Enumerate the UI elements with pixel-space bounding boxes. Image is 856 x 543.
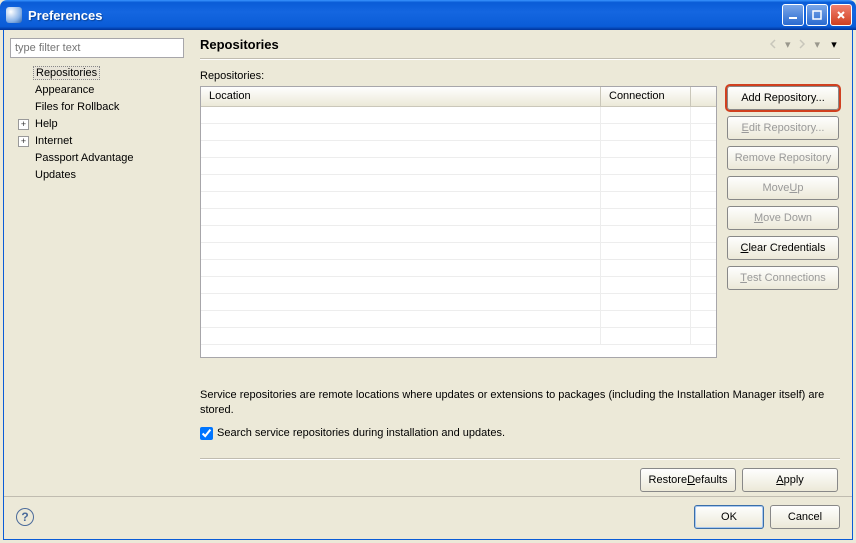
move-down-button: Move Down: [727, 206, 839, 230]
table-row: [201, 124, 716, 141]
back-icon: [765, 36, 781, 52]
apply-button[interactable]: Apply: [742, 468, 838, 492]
table-row: [201, 192, 716, 209]
column-location[interactable]: Location: [201, 87, 601, 106]
help-text: Service repositories are remote location…: [200, 388, 840, 419]
table-row: [201, 260, 716, 277]
app-icon: [6, 7, 22, 23]
nav-tree: Repositories Appearance Files for Rollba…: [10, 64, 186, 484]
content-panel: Repositories ▾ ▾ ▾ Repositories:: [192, 30, 852, 492]
maximize-button[interactable]: [806, 4, 828, 26]
restore-defaults-button[interactable]: Restore Defaults: [640, 468, 736, 492]
table-row: [201, 311, 716, 328]
move-up-button: Move Up: [727, 176, 839, 200]
expand-icon[interactable]: +: [18, 119, 29, 130]
table-row: [201, 226, 716, 243]
remove-repository-button: Remove Repository: [727, 146, 839, 170]
table-row: [201, 209, 716, 226]
tree-item-appearance[interactable]: Appearance: [16, 82, 186, 98]
window-title: Preferences: [28, 8, 782, 23]
add-repository-button[interactable]: Add Repository...: [727, 86, 839, 110]
table-body: [201, 107, 716, 358]
table-row: [201, 107, 716, 124]
tree-item-repositories[interactable]: Repositories: [16, 65, 186, 81]
table-row: [201, 175, 716, 192]
tree-item-passport-advantage[interactable]: Passport Advantage: [16, 150, 186, 166]
title-bar: Preferences: [0, 0, 856, 30]
page-title: Repositories: [200, 37, 765, 52]
cancel-button[interactable]: Cancel: [770, 505, 840, 529]
expand-icon[interactable]: +: [18, 136, 29, 147]
test-connections-button: Test Connections: [727, 266, 839, 290]
edit-repository-button: Edit Repository...: [727, 116, 839, 140]
repositories-label: Repositories:: [200, 70, 840, 82]
table-row: [201, 158, 716, 175]
table-row: [201, 328, 716, 345]
forward-icon: [794, 36, 810, 52]
search-service-repos-label[interactable]: Search service repositories during insta…: [217, 427, 505, 439]
help-icon[interactable]: ?: [16, 508, 34, 526]
table-row: [201, 277, 716, 294]
repositories-table[interactable]: Location Connection: [200, 86, 717, 358]
tree-item-files-for-rollback[interactable]: Files for Rollback: [16, 99, 186, 115]
minimize-button[interactable]: [782, 4, 804, 26]
column-connection[interactable]: Connection: [601, 87, 691, 106]
table-row: [201, 294, 716, 311]
view-menu-icon[interactable]: ▾: [828, 38, 840, 50]
clear-credentials-button[interactable]: Clear Credentials: [727, 236, 839, 260]
back-menu-icon: ▾: [785, 38, 791, 51]
filter-input[interactable]: [10, 38, 184, 58]
tree-item-help[interactable]: +Help: [16, 116, 186, 132]
column-filler: [691, 87, 716, 106]
tree-item-updates[interactable]: Updates: [16, 167, 186, 183]
table-row: [201, 141, 716, 158]
tree-item-internet[interactable]: +Internet: [16, 133, 186, 149]
nav-panel: Repositories Appearance Files for Rollba…: [4, 30, 192, 492]
close-button[interactable]: [830, 4, 852, 26]
footer: ? OK Cancel: [4, 496, 852, 539]
ok-button[interactable]: OK: [694, 505, 764, 529]
table-row: [201, 243, 716, 260]
forward-menu-icon: ▾: [814, 38, 820, 51]
search-service-repos-checkbox[interactable]: [200, 427, 213, 440]
